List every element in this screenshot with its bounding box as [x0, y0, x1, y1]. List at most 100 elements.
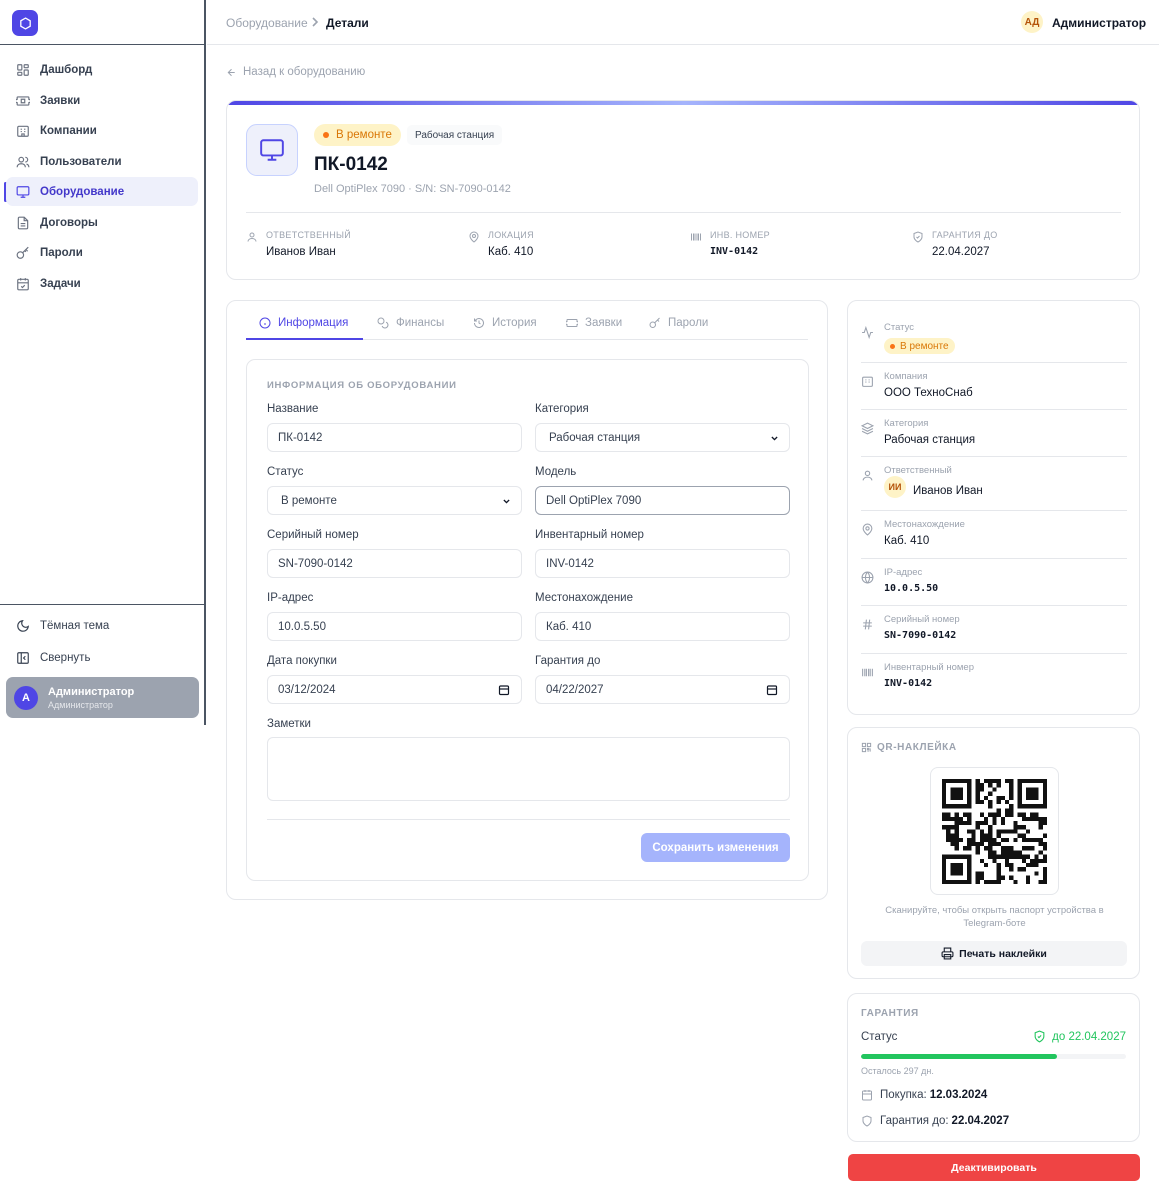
coins-icon — [377, 317, 389, 329]
sidebar-item-label: Договоры — [40, 216, 98, 229]
chevron-down-icon — [771, 436, 778, 441]
warranty-date-label: Гарантия до — [535, 655, 601, 667]
shield-check-icon — [1034, 1030, 1045, 1043]
sidebar-item-tickets[interactable]: Заявки — [6, 86, 198, 115]
warranty-card: ГАРАНТИЯ Статус до 22.04.2027 Осталось 2… — [847, 993, 1140, 1142]
print-sticker-label: Печать наклейки — [959, 947, 1047, 960]
info-row-label: Местонахождение — [884, 519, 965, 530]
notes-textarea[interactable] — [267, 737, 790, 801]
sidebar-item-passwords[interactable]: Пароли — [6, 238, 198, 267]
details-card: Информация Финансы История Заявки Пароли… — [226, 300, 828, 900]
status-select[interactable]: В ремонте — [267, 486, 522, 515]
building-icon — [862, 376, 873, 387]
stat-label: ГАРАНТИЯ ДО — [932, 230, 998, 240]
globe-icon — [861, 571, 874, 584]
warranty-status-value: до 22.04.2027 — [1033, 1030, 1126, 1043]
warranty-remaining: Осталось 297 дн. — [861, 1066, 934, 1076]
location-input[interactable]: Каб. 410 — [535, 612, 790, 641]
user-role: Администратор — [48, 699, 113, 710]
save-button[interactable]: Сохранить изменения — [641, 833, 790, 862]
sidebar-item-equipment[interactable]: Оборудование — [6, 177, 198, 206]
sidebar-item-label: Задачи — [40, 277, 81, 290]
qr-card-title: QR-НАКЛЕЙКА — [877, 742, 957, 753]
warranty-until-label: Гарантия до: — [880, 1115, 949, 1127]
tab-passwords[interactable]: Пароли — [649, 317, 708, 329]
status-badge: В ремонте — [884, 338, 955, 354]
status-badge: В ремонте — [314, 124, 401, 146]
warranty-card-title: ГАРАНТИЯ — [861, 1008, 919, 1019]
category-select[interactable]: Рабочая станция — [535, 423, 790, 452]
warranty-until-line: Гарантия до: 22.04.2027 — [861, 1115, 1009, 1127]
tab-label: История — [492, 317, 537, 329]
sidebar-header — [0, 0, 206, 45]
deactivate-button[interactable]: Деактивировать — [848, 1154, 1140, 1181]
sidebar-item-companies[interactable]: Компании — [6, 116, 198, 145]
sidebar-item-users[interactable]: Пользователи — [6, 147, 198, 176]
avatar[interactable]: АД — [1021, 11, 1043, 33]
chevron-right-icon — [311, 15, 320, 29]
tab-history[interactable]: История — [473, 317, 537, 329]
warranty-purchase-value: 12.03.2024 — [929, 1089, 988, 1101]
stat-value: Каб. 410 — [488, 246, 534, 258]
breadcrumb-parent[interactable]: Оборудование — [226, 16, 308, 30]
print-sticker-button[interactable]: Печать наклейки — [861, 941, 1127, 966]
sidebar-item-dashboard[interactable]: Дашборд — [6, 55, 198, 84]
accent-bar — [227, 101, 1139, 105]
serial-input[interactable]: SN-7090-0142 — [267, 549, 522, 578]
info-row-label: Ответственный — [884, 465, 952, 476]
tab-finance[interactable]: Финансы — [377, 317, 444, 329]
app-logo[interactable] — [12, 10, 38, 36]
top-header: Оборудование Детали АД Администратор — [207, 0, 1159, 45]
status-dot — [890, 343, 895, 349]
sidebar-item-label: Дашборд — [40, 63, 93, 76]
location-label: Местонахождение — [535, 592, 633, 604]
name-input[interactable]: ПК-0142 — [267, 423, 522, 452]
tab-info[interactable]: Информация — [259, 317, 348, 329]
page-title: ПК-0142 — [314, 154, 388, 175]
status-label: Статус — [267, 466, 304, 478]
barcode-icon — [691, 233, 701, 241]
sidebar: Дашборд Заявки Компании Пользователи Обо… — [0, 0, 206, 725]
ip-input[interactable]: 10.0.5.50 — [267, 612, 522, 641]
chevron-down-icon — [503, 499, 510, 504]
purchase-date-value: 03/12/2024 — [278, 683, 336, 696]
serial-label: Серийный номер — [267, 529, 359, 541]
form-title: ИНФОРМАЦИЯ ОБ ОБОРУДОВАНИИ — [267, 380, 457, 391]
stat-label: ЛОКАЦИЯ — [488, 230, 534, 240]
inventory-input[interactable]: INV-0142 — [535, 549, 790, 578]
calendar-icon[interactable] — [498, 684, 510, 696]
warranty-progress-bar — [861, 1054, 1126, 1059]
shield-icon — [913, 231, 923, 243]
tab-tickets[interactable]: Заявки — [566, 317, 622, 329]
info-row-value: Иванов Иван — [913, 485, 983, 497]
document-icon — [17, 216, 29, 229]
calendar-icon[interactable] — [766, 684, 778, 696]
category-badge: Рабочая станция — [407, 125, 503, 145]
user-card[interactable]: A Администратор Администратор — [6, 677, 199, 718]
users-icon — [16, 156, 30, 167]
qr-code-icon — [942, 778, 1047, 884]
divider — [861, 510, 1127, 511]
divider — [246, 212, 1121, 213]
sidebar-item-contracts[interactable]: Договоры — [6, 208, 198, 237]
info-row-label: IP-адрес — [884, 567, 923, 578]
sidebar-item-label: Оборудование — [40, 185, 125, 198]
theme-toggle-button[interactable]: Тёмная тема — [6, 612, 198, 640]
purchase-date-input[interactable]: 03/12/2024 — [267, 675, 522, 704]
model-input[interactable]: Dell OptiPlex 7090 — [535, 486, 790, 515]
ticket-icon — [566, 319, 578, 327]
info-row-value: Рабочая станция — [884, 434, 976, 446]
info-row-label: Категория — [884, 418, 929, 429]
warranty-progress-fill — [861, 1054, 1058, 1059]
purchase-date-label: Дата покупки — [267, 655, 337, 667]
divider — [861, 456, 1127, 457]
name-label: Название — [267, 403, 319, 415]
avatar: A — [14, 685, 38, 710]
collapse-sidebar-button[interactable]: Свернуть — [6, 644, 198, 672]
sidebar-item-tasks[interactable]: Задачи — [6, 269, 198, 298]
header-user-name[interactable]: Администратор — [1052, 16, 1146, 30]
back-link[interactable]: Назад к оборудованию — [226, 66, 365, 78]
warranty-date-input[interactable]: 04/22/2027 — [535, 675, 790, 704]
divider — [861, 362, 1127, 363]
sidebar-item-label: Компании — [40, 124, 97, 137]
